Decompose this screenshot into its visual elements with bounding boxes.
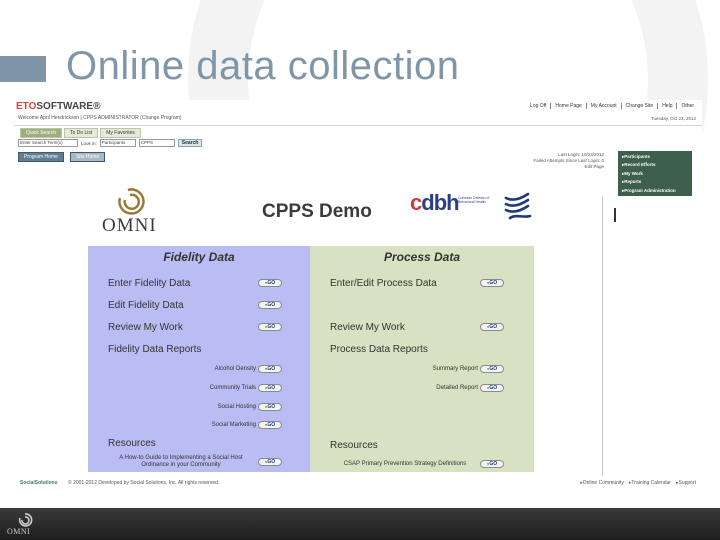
- link-log-off[interactable]: Log Off: [526, 103, 550, 109]
- site-home-button[interactable]: Site Home: [69, 152, 106, 162]
- alcohol-density-label: Alcohol Density: [214, 366, 256, 372]
- divider: [602, 196, 603, 476]
- link-my-account[interactable]: My Account: [585, 103, 621, 109]
- review-work-go-button[interactable]: GO: [480, 323, 504, 331]
- link-home-page[interactable]: Home Page: [550, 103, 585, 109]
- social-marketing-go-button[interactable]: GO: [258, 421, 282, 429]
- look-in-select[interactable]: Participants: [99, 139, 136, 147]
- edit-fidelity-go-button[interactable]: GO: [258, 301, 282, 309]
- search-row: Enter Search Term(s) Look in: Participan…: [18, 138, 228, 148]
- social-host-guide-link[interactable]: A How-to Guide to Implementing a Social …: [106, 455, 256, 469]
- sidebar-item-reports[interactable]: Reports: [618, 178, 692, 187]
- slide-title: Online data collection: [66, 44, 460, 88]
- sidebar-item-program-administration[interactable]: Program Administration: [618, 186, 692, 195]
- edit-page-link[interactable]: Edit Page: [522, 164, 604, 170]
- review-work-label: Review My Work: [330, 322, 405, 333]
- enter-fidelity-go-button[interactable]: GO: [258, 279, 282, 287]
- edit-fidelity-label: Edit Fidelity Data: [108, 300, 184, 311]
- sidebar-item-my-work[interactable]: My Work: [618, 169, 692, 178]
- quick-tabs: Quick Search To Do List My Favorites: [20, 128, 141, 138]
- enter-edit-process-label: Enter/Edit Process Data: [330, 278, 437, 289]
- fidelity-header: Fidelity Data: [163, 250, 235, 264]
- link-change-site[interactable]: Change Site: [620, 103, 658, 109]
- welcome-text: Welcome April Hendrickson | CPPS ADMINIS…: [18, 115, 182, 121]
- program-select[interactable]: CPPS: [138, 139, 175, 147]
- fidelity-data-panel: Fidelity Data Enter Fidelity Data GO Edi…: [88, 246, 310, 472]
- social-host-guide-go-button[interactable]: GO: [258, 458, 282, 466]
- social-hosting-label: Social Hosting: [217, 404, 256, 410]
- review-work-go-button[interactable]: GO: [258, 323, 282, 331]
- fidelity-resources-label: Resources: [108, 438, 156, 449]
- cdbh-logo: cdbh: [410, 190, 460, 215]
- csap-definitions-link[interactable]: CSAP Primary Prevention Strategy Definit…: [330, 461, 480, 468]
- detailed-report-label: Detailed Report: [436, 385, 478, 391]
- page-title: CPPS Demo: [262, 201, 372, 222]
- footer-links: Online Community Training Calendar Suppo…: [580, 480, 696, 486]
- link-help[interactable]: Help: [657, 103, 676, 109]
- eto-sidebar: Participants Record Efforts My Work Repo…: [618, 151, 692, 196]
- title-accent-bar: [0, 56, 46, 82]
- link-other[interactable]: Other: [676, 103, 698, 109]
- training-calendar-link[interactable]: Training Calendar: [629, 480, 671, 486]
- program-home-button[interactable]: Program Home: [18, 152, 64, 162]
- detailed-report-go-button[interactable]: GO: [480, 384, 504, 392]
- social-solutions-logo: SocialSolutions: [20, 480, 58, 486]
- program-bar: Program Home Site Home: [18, 152, 106, 162]
- tab-quick-search[interactable]: Quick Search: [20, 128, 63, 138]
- divider: [614, 208, 616, 222]
- community-trials-go-button[interactable]: GO: [258, 384, 282, 392]
- cdbh-subtitle: Colorado Division of Behavioral Health: [458, 196, 490, 204]
- process-data-panel: Process Data Enter/Edit Process Data GO …: [310, 246, 534, 472]
- eto-footer: SocialSolutions © 2001-2012 Developed by…: [14, 477, 702, 489]
- social-marketing-label: Social Marketing: [211, 422, 256, 428]
- online-community-link[interactable]: Online Community: [580, 480, 624, 486]
- tab-my-favorites[interactable]: My Favorites: [100, 128, 141, 138]
- community-trials-label: Community Trials: [209, 385, 256, 391]
- enter-fidelity-label: Enter Fidelity Data: [108, 278, 191, 289]
- alcohol-density-go-button[interactable]: GO: [258, 365, 282, 373]
- top-links: Log Off Home Page My Account Change Site…: [526, 103, 698, 109]
- eto-screenshot: ETOSOFTWARE® Welcome April Hendrickson |…: [14, 100, 702, 492]
- support-link[interactable]: Support: [676, 480, 696, 486]
- search-input[interactable]: Enter Search Term(s): [18, 139, 78, 147]
- social-hosting-go-button[interactable]: GO: [258, 403, 282, 411]
- process-resources-label: Resources: [330, 440, 378, 451]
- summary-report-label: Summary Report: [432, 366, 478, 372]
- sidebar-item-participants[interactable]: Participants: [618, 152, 692, 161]
- omni-wordmark: OMNI: [102, 215, 157, 236]
- fidelity-reports-label: Fidelity Data Reports: [108, 344, 202, 355]
- current-date: Tuesday, Oct 23, 2012: [650, 116, 696, 121]
- eto-header: ETOSOFTWARE® Welcome April Hendrickson |…: [14, 100, 702, 126]
- review-work-label: Review My Work: [108, 322, 183, 333]
- search-button[interactable]: Search: [177, 139, 203, 147]
- process-header: Process Data: [383, 250, 461, 264]
- look-in-label: Look in:: [81, 140, 97, 146]
- enter-edit-process-go-button[interactable]: GO: [480, 279, 504, 287]
- summary-report-go-button[interactable]: GO: [480, 365, 504, 373]
- sidebar-item-record-efforts[interactable]: Record Efforts: [618, 161, 692, 170]
- csap-definitions-go-button[interactable]: GO: [480, 460, 504, 468]
- copyright-text: © 2001-2012 Developed by Social Solution…: [68, 480, 220, 486]
- eto-logo: ETOSOFTWARE®: [16, 101, 101, 112]
- omni-footer-wordmark: OMNI: [7, 527, 31, 536]
- last-login-info: Last Login: 10/23/2012 Failed Attempts S…: [522, 152, 604, 170]
- hhs-eagle-icon: [504, 192, 532, 220]
- process-reports-label: Process Data Reports: [330, 344, 428, 355]
- slide-footer-bar: [0, 508, 720, 540]
- tab-to-do-list[interactable]: To Do List: [64, 128, 99, 138]
